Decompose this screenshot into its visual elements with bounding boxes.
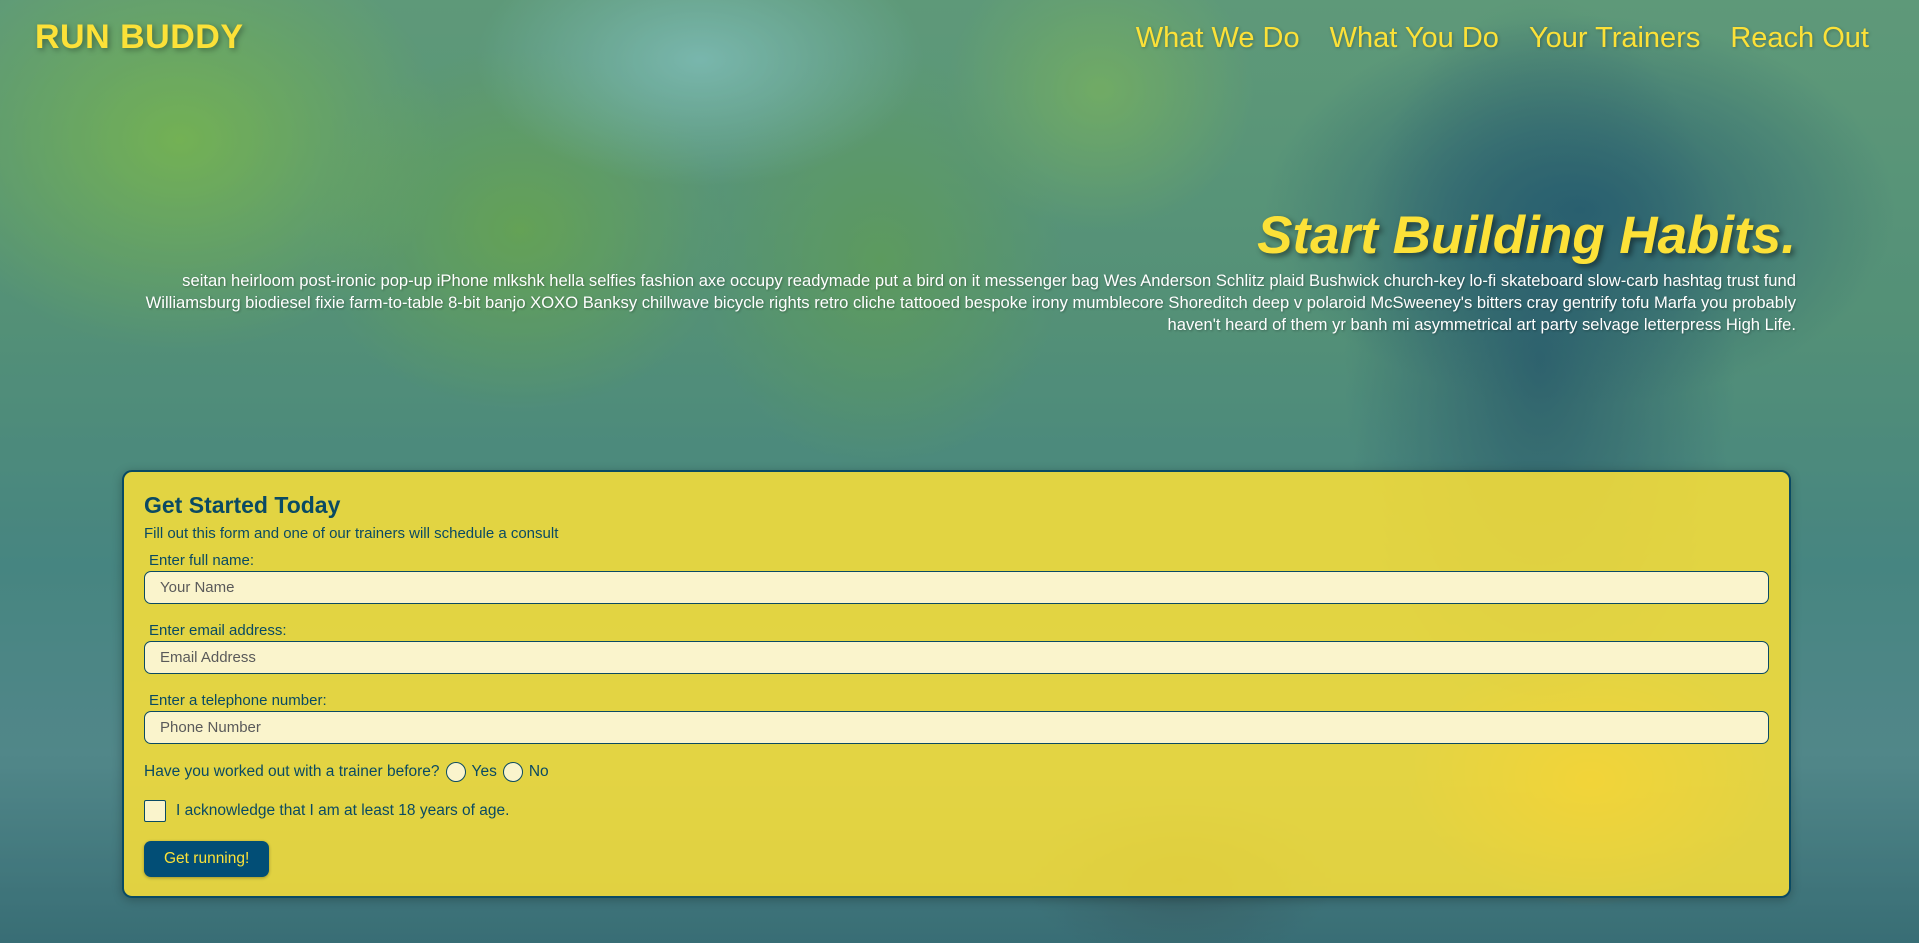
radio-yes-label[interactable]: Yes bbox=[472, 763, 497, 781]
radio-no-group[interactable]: No bbox=[502, 762, 549, 782]
radio-no[interactable] bbox=[502, 762, 523, 782]
nav-item-what-you-do: What You Do bbox=[1330, 22, 1499, 55]
age-acknowledge-row: I acknowledge that I am at least 18 year… bbox=[144, 800, 1769, 822]
form-subtitle: Fill out this form and one of our traine… bbox=[144, 525, 559, 542]
nav-link-your-trainers[interactable]: Your Trainers bbox=[1529, 22, 1700, 54]
age-acknowledge-label[interactable]: I acknowledge that I am at least 18 year… bbox=[176, 802, 509, 820]
phone-input[interactable] bbox=[144, 711, 1769, 744]
name-label: Enter full name: bbox=[149, 552, 255, 569]
signup-form: Get Started Today Fill out this form and… bbox=[122, 470, 1791, 898]
hero-section: Start Building Habits. seitan heirloom p… bbox=[110, 205, 1796, 336]
name-input[interactable] bbox=[144, 571, 1769, 604]
nav-link-what-we-do[interactable]: What We Do bbox=[1136, 22, 1300, 54]
get-running-button[interactable]: Get running! bbox=[144, 841, 270, 877]
age-acknowledge-checkbox[interactable] bbox=[144, 800, 166, 822]
phone-label: Enter a telephone number: bbox=[149, 692, 327, 709]
hero-body-text: seitan heirloom post-ironic pop-up iPhon… bbox=[145, 271, 1796, 334]
nav-item-what-we-do: What We Do bbox=[1136, 22, 1300, 55]
nav-link-reach-out[interactable]: Reach Out bbox=[1730, 22, 1869, 54]
nav-link-what-you-do[interactable]: What You Do bbox=[1330, 22, 1499, 54]
radio-no-label[interactable]: No bbox=[529, 763, 549, 781]
radio-yes-group[interactable]: Yes bbox=[445, 762, 497, 782]
site-logo[interactable]: RUN BUDDY bbox=[35, 18, 244, 57]
nav-list: What We Do What You Do Your Trainers Rea… bbox=[1136, 22, 1869, 55]
radio-yes[interactable] bbox=[445, 762, 466, 782]
hero-title: Start Building Habits. bbox=[1257, 206, 1796, 265]
trainer-question-row: Have you worked out with a trainer befor… bbox=[144, 762, 1769, 782]
form-title: Get Started Today bbox=[144, 492, 341, 518]
email-input[interactable] bbox=[144, 641, 1769, 674]
trainer-question-label: Have you worked out with a trainer befor… bbox=[144, 763, 440, 780]
email-label: Enter email address: bbox=[149, 622, 287, 639]
nav-item-reach-out: Reach Out bbox=[1730, 22, 1869, 55]
nav-item-your-trainers: Your Trainers bbox=[1529, 22, 1700, 55]
